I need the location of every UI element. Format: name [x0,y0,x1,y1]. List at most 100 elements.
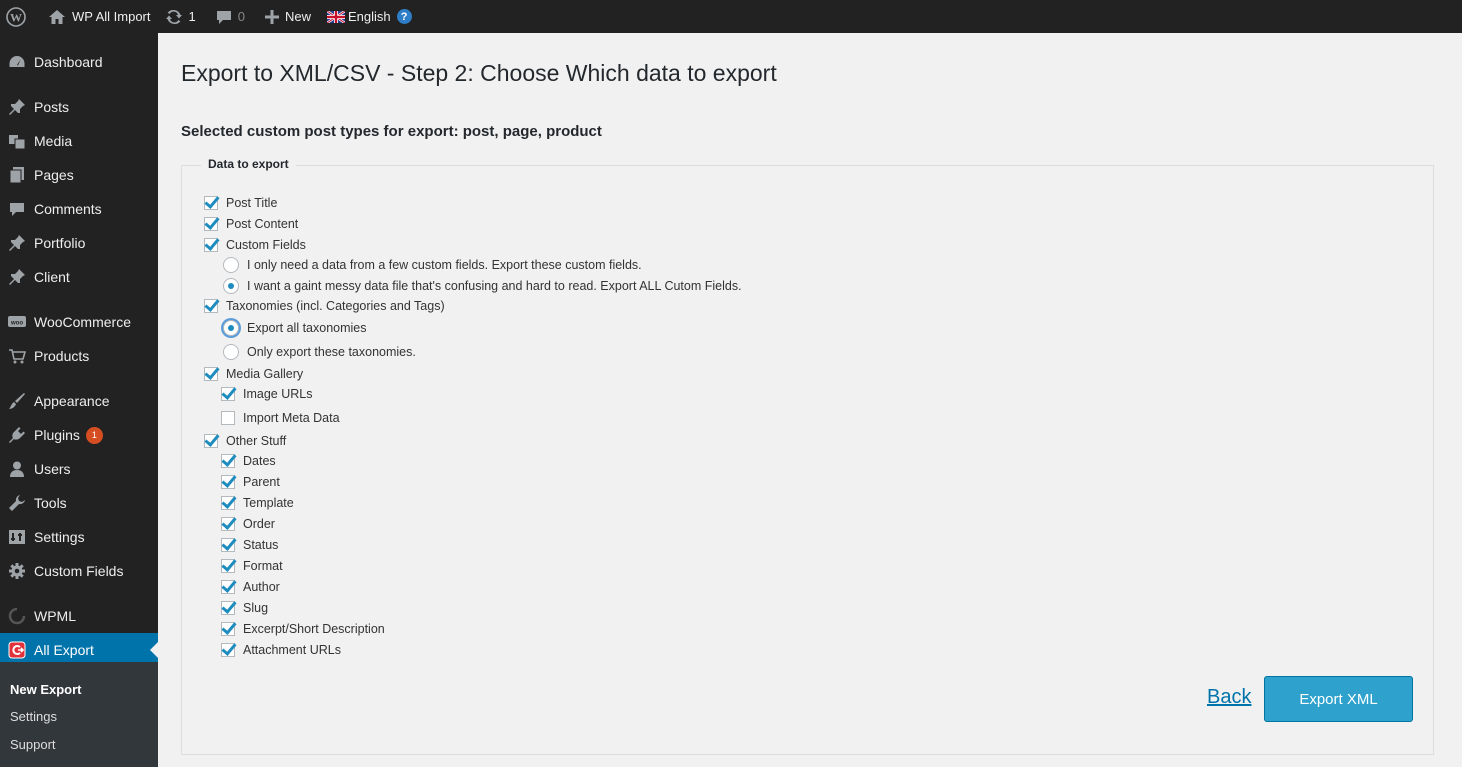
option-media-gallery[interactable]: Media Gallery [204,367,303,381]
option-parent[interactable]: Parent [221,475,280,489]
menu-item-custom-fields[interactable]: Custom Fields [0,554,158,588]
taxonomies-checkbox[interactable] [204,299,218,313]
option-slug[interactable]: Slug [221,601,268,615]
menu-item-appearance[interactable]: Appearance [0,384,158,418]
attachment-urls-checkbox[interactable] [221,643,235,657]
woocommerce-icon: woo [0,315,34,329]
option-label: Media Gallery [226,367,304,381]
option-label: Dates [243,454,276,468]
menu-item-products[interactable]: Products [0,339,158,373]
menu-item-comments[interactable]: Comments [0,192,158,226]
option-label: Post Content [226,217,299,231]
comments-link[interactable]: 0 [209,0,252,33]
template-checkbox[interactable] [221,496,235,510]
plug-icon [0,426,34,444]
option-label: Export all taxonomies [247,321,367,335]
submenu-item-new-export[interactable]: New Export [10,682,82,697]
option-format[interactable]: Format [221,559,283,573]
image-urls-checkbox[interactable] [221,387,235,401]
option-post-content[interactable]: Post Content [204,217,298,231]
only-these-taxonomies-radio[interactable] [223,344,239,360]
option-author[interactable]: Author [221,580,280,594]
language-switcher[interactable]: English ? [320,0,419,33]
option-excerpt[interactable]: Excerpt/Short Description [221,622,385,636]
excerpt-checkbox[interactable] [221,622,235,636]
gear-icon [0,562,34,580]
option-order[interactable]: Order [221,517,275,531]
comments-icon [216,10,231,24]
menu-item-woocommerce[interactable]: woo WooCommerce [0,305,158,339]
svg-text:W: W [10,10,22,24]
option-status[interactable]: Status [221,538,278,552]
option-other-stuff[interactable]: Other Stuff [204,434,286,448]
menu-item-dashboard[interactable]: Dashboard [0,45,158,79]
new-content-link[interactable]: New [258,0,318,33]
all-export-submenu: New Export Settings Support [0,662,158,767]
menu-item-label: Users [34,461,71,477]
menu-item-label: Media [34,133,73,149]
menu-item-settings[interactable]: Settings [0,520,158,554]
option-only-these-taxonomies[interactable]: Only export these taxonomies. [223,344,416,360]
status-checkbox[interactable] [221,538,235,552]
author-checkbox[interactable] [221,580,235,594]
menu-item-label: Comments [34,201,102,217]
import-meta-data-checkbox[interactable] [221,411,235,425]
option-post-title[interactable]: Post Title [204,196,277,210]
custom-fields-all-radio[interactable] [223,278,239,294]
updates-count: 1 [188,9,196,24]
back-link[interactable]: Back [1207,686,1251,709]
option-template[interactable]: Template [221,496,294,510]
option-label: Status [243,538,279,552]
updates-link[interactable]: 1 [158,0,203,33]
option-taxonomies[interactable]: Taxonomies (incl. Categories and Tags) [204,299,445,313]
help-icon[interactable]: ? [396,9,412,24]
menu-item-plugins[interactable]: Plugins 1 [0,418,158,452]
plugins-update-badge: 1 [85,426,103,444]
slug-checkbox[interactable] [221,601,235,615]
order-checkbox[interactable] [221,517,235,531]
option-custom-fields-few[interactable]: I only need a data from a few custom fie… [223,257,642,273]
admin-bar: W WP All Import 1 0 New English ? [0,0,1462,33]
submenu-item-settings[interactable]: Settings [10,709,57,724]
option-custom-fields-all[interactable]: I want a gaint messy data file that's co… [223,278,742,294]
menu-item-portfolio[interactable]: Portfolio [0,226,158,260]
wordpress-logo-icon[interactable]: W [0,0,33,33]
export-all-taxonomies-radio[interactable] [223,320,239,336]
menu-item-posts[interactable]: Posts [0,90,158,124]
uk-flag-icon [327,10,345,23]
pin-icon [0,234,34,252]
post-content-checkbox[interactable] [204,217,218,231]
option-label: Author [243,580,280,594]
option-export-all-taxonomies[interactable]: Export all taxonomies [223,320,367,336]
media-gallery-checkbox[interactable] [204,367,218,381]
export-xml-button[interactable]: Export XML [1264,676,1413,722]
option-attachment-urls[interactable]: Attachment URLs [221,643,341,657]
menu-item-wpml[interactable]: WPML [0,599,158,633]
option-label: Image URLs [243,387,313,401]
site-name-link[interactable]: WP All Import [41,0,158,33]
dates-checkbox[interactable] [221,454,235,468]
format-checkbox[interactable] [221,559,235,573]
new-label: New [284,9,311,24]
other-stuff-checkbox[interactable] [204,434,218,448]
menu-item-media[interactable]: Media [0,124,158,158]
menu-item-pages[interactable]: Pages [0,158,158,192]
option-label: Parent [243,475,280,489]
option-dates[interactable]: Dates [221,454,276,468]
option-image-urls[interactable]: Image URLs [221,387,312,401]
custom-fields-checkbox[interactable] [204,238,218,252]
menu-item-tools[interactable]: Tools [0,486,158,520]
menu-item-label: Custom Fields [34,563,124,579]
menu-item-client[interactable]: Client [0,260,158,294]
selected-post-types: Selected custom post types for export: p… [181,123,602,140]
submenu-item-support[interactable]: Support [10,737,56,752]
post-title-checkbox[interactable] [204,196,218,210]
comments-count: 0 [237,9,245,24]
pin-icon [0,268,34,286]
option-import-meta-data[interactable]: Import Meta Data [221,411,340,425]
option-custom-fields[interactable]: Custom Fields [204,238,306,252]
custom-fields-few-radio[interactable] [223,257,239,273]
parent-checkbox[interactable] [221,475,235,489]
menu-item-users[interactable]: Users [0,452,158,486]
language-label: English [348,9,391,24]
